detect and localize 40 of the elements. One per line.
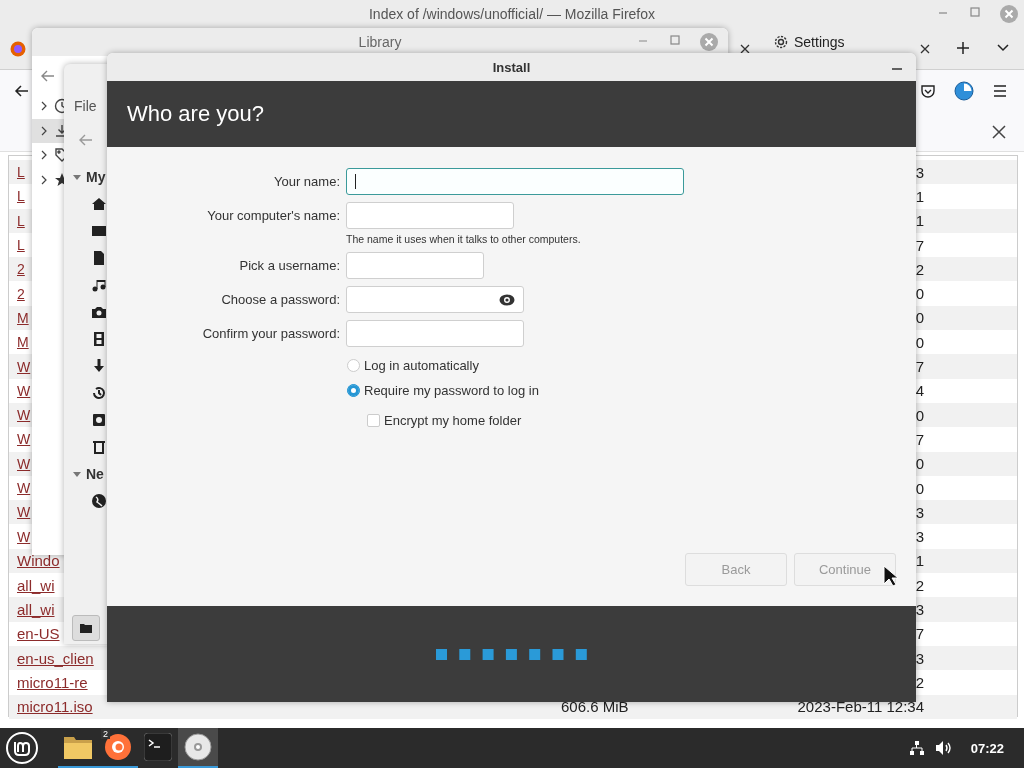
option-label: Require my password to log in (364, 382, 539, 398)
count-badge: 2 (101, 729, 110, 739)
file-date: 2023-Feb-11 12:34 (797, 698, 924, 716)
file-date: 3 (915, 163, 924, 181)
file-date: 0 (915, 309, 924, 327)
file-date: 7 (915, 625, 924, 643)
file-date: 2 (915, 576, 924, 594)
file-date: 3 (915, 601, 924, 618)
option-label: Encrypt my home folder (384, 412, 522, 428)
file-date: 1 (915, 187, 924, 205)
field-hint: The name it uses when it talks to other computers. (346, 233, 582, 245)
file-date: 7 (915, 430, 924, 448)
option-label: Log in automatically (364, 357, 479, 373)
field-label: Your computer's name: (207, 208, 340, 223)
file-date: 0 (915, 406, 924, 424)
file-date: 0 (915, 333, 924, 351)
file-date: 2 (915, 260, 924, 278)
file-date: 0 (915, 455, 924, 473)
page-heading: Who are you? (127, 101, 264, 127)
file-date: 4 (915, 382, 924, 400)
field-label: Your name: (274, 174, 340, 189)
section-header: Ne (86, 466, 104, 482)
window-title: Library (358, 34, 402, 50)
file-date: 3 (915, 528, 924, 546)
field-label: Pick a username: (239, 258, 340, 273)
file-date: 0 (915, 479, 924, 497)
file-size: 606.6 MiB (561, 698, 630, 716)
file-date: 3 (915, 503, 924, 521)
file-date: 2 (915, 673, 924, 691)
file-date: 7 (915, 236, 924, 254)
file-date: 1 (915, 552, 924, 570)
file-date: 0 (915, 285, 924, 303)
field-label: Confirm your password: (202, 326, 340, 341)
file-date: 1 (915, 212, 924, 230)
file-date: 7 (915, 358, 924, 375)
window-title: Index of /windows/unofficial/ — Mozilla Firefox (368, 6, 656, 22)
file-date: 3 (915, 649, 924, 667)
section-header: My (86, 169, 106, 185)
window-title: Install (492, 59, 531, 75)
field-label: Choose a password: (221, 292, 340, 307)
